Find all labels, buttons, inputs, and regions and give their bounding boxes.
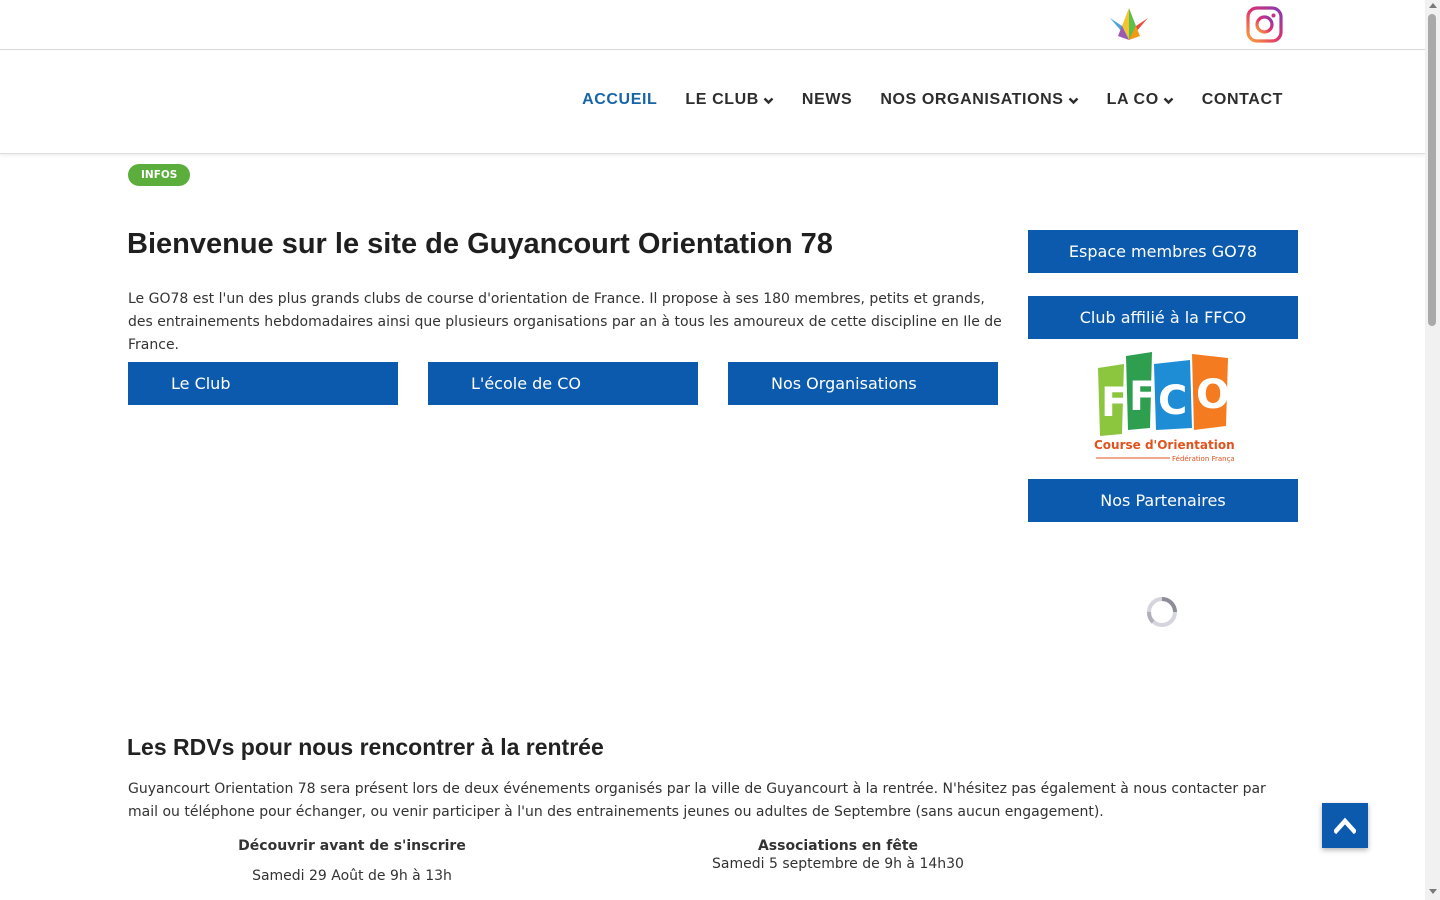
- category-badge[interactable]: INFOS: [128, 164, 191, 186]
- espace-membres-button[interactable]: Espace membres GO78: [1028, 230, 1298, 273]
- nav-item-le-club[interactable]: LE CLUB: [685, 91, 774, 109]
- instagram-icon[interactable]: [1246, 6, 1283, 43]
- loading-spinner-icon: [1147, 597, 1177, 627]
- nos-organisations-button[interactable]: Nos Organisations: [728, 362, 998, 405]
- nav-item-nos-organisations[interactable]: NOS ORGANISATIONS: [880, 91, 1078, 109]
- main-button-row: Le Club L'école de CO Nos Organisations: [128, 362, 1028, 405]
- nav-item-news[interactable]: NEWS: [802, 91, 852, 109]
- svg-text:F: F: [1101, 380, 1128, 426]
- rdv-heading: Les RDVs pour nous rencontrer à la rentr…: [127, 734, 604, 760]
- nos-partenaires-button[interactable]: Nos Partenaires: [1028, 479, 1298, 522]
- scroll-up-arrow[interactable]: [1429, 3, 1437, 8]
- svg-text:Course d'Orientation: Course d'Orientation: [1094, 438, 1234, 452]
- main-nav: ACCUEIL LE CLUB NEWS NOS ORGANISATIONS LA CO…: [554, 91, 1283, 109]
- top-bar: [0, 0, 1425, 50]
- event-date: Samedi 29 Août de 9h à 13h: [252, 868, 452, 884]
- crane-logo-icon[interactable]: [1108, 6, 1150, 42]
- event-associations: Associations en fête Samedi 5 septembre …: [698, 838, 978, 872]
- intro-paragraph: Le GO78 est l'un des plus grands clubs d…: [128, 291, 1002, 353]
- page-scrollbar[interactable]: [1425, 0, 1440, 900]
- nav-item-la-co[interactable]: LA CO: [1107, 91, 1174, 109]
- rdv-paragraph: Guyancourt Orientation 78 sera présent l…: [128, 781, 1266, 820]
- nav-item-label: ACCUEIL: [582, 91, 658, 108]
- ecole-de-co-button[interactable]: L'école de CO: [428, 362, 698, 405]
- event-decouvrir: Découvrir avant de s'inscrire Samedi 29 …: [232, 838, 472, 884]
- scroll-down-arrow[interactable]: [1429, 889, 1437, 894]
- nav-item-contact[interactable]: CONTACT: [1202, 91, 1283, 109]
- event-name: Associations en fête: [757, 838, 919, 854]
- nav-item-label: LA CO: [1106, 91, 1159, 108]
- back-to-top-button[interactable]: [1322, 803, 1368, 848]
- arrow-up-icon: [1334, 817, 1356, 834]
- nav-item-label: NEWS: [801, 91, 853, 108]
- event-name: Découvrir avant de s'inscrire: [238, 838, 466, 854]
- chevron-down-icon: [1163, 97, 1174, 104]
- svg-text:O: O: [1196, 372, 1230, 418]
- nav-item-accueil[interactable]: ACCUEIL: [582, 91, 657, 109]
- nav-item-label: NOS ORGANISATIONS: [880, 91, 1064, 108]
- club-affilie-ffco-button[interactable]: Club affilié à la FFCO: [1028, 296, 1298, 339]
- ffco-logo[interactable]: F F C O Course d'Orientation Fédération …: [1092, 350, 1234, 466]
- svg-text:Fédération Française: Fédération Française: [1172, 455, 1234, 463]
- nav-item-label: LE CLUB: [685, 91, 759, 108]
- page-title: Bienvenue sur le site de Guyancourt Orie…: [127, 228, 833, 260]
- scrollbar-thumb[interactable]: [1428, 14, 1436, 326]
- le-club-button[interactable]: Le Club: [128, 362, 398, 405]
- svg-text:F: F: [1129, 374, 1156, 420]
- svg-text:C: C: [1158, 378, 1187, 424]
- site-header: ACCUEIL LE CLUB NEWS NOS ORGANISATIONS LA CO…: [0, 51, 1425, 154]
- chevron-down-icon: [763, 97, 774, 104]
- chevron-down-icon: [1068, 97, 1078, 104]
- nav-item-label: CONTACT: [1201, 91, 1283, 108]
- event-date: Samedi 5 septembre de 9h à 14h30: [712, 856, 964, 872]
